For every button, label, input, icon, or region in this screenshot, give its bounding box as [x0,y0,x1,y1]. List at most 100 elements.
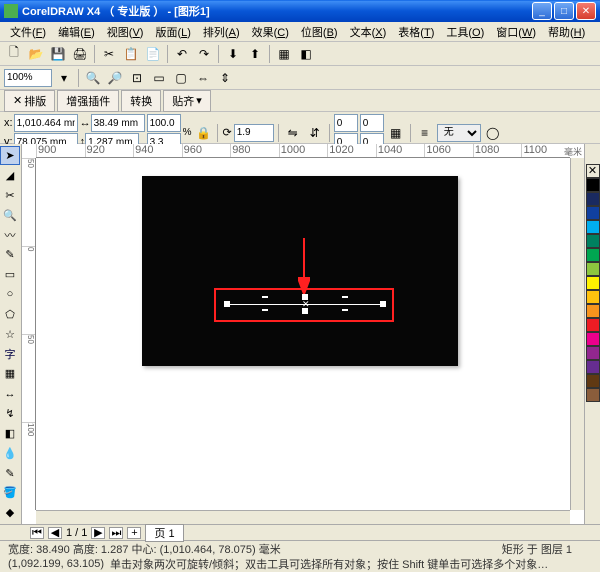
color-swatch[interactable] [586,220,600,234]
lock-ratio-icon[interactable]: 🔒 [193,123,213,143]
redo-icon[interactable]: ↷ [194,44,214,64]
color-swatch[interactable] [586,262,600,276]
selection-handle[interactable] [262,309,268,311]
open-icon[interactable]: 📂 [26,44,46,64]
eyedropper-tool-icon[interactable]: 💧 [0,444,20,463]
undo-icon[interactable]: ↶ [172,44,192,64]
fill-tool-icon[interactable]: 🪣 [0,483,20,502]
tab-plugins[interactable]: 增强插件 [57,90,119,112]
x-input[interactable] [14,114,78,132]
selection-handle[interactable] [224,301,230,307]
maximize-button[interactable]: □ [554,2,574,20]
dimension-tool-icon[interactable]: ↔ [0,384,20,403]
color-swatch[interactable] [586,346,600,360]
menu-tools[interactable]: 工具(O) [440,22,490,42]
menu-window[interactable]: 窗口(W) [490,22,542,42]
menu-table[interactable]: 表格(T) [392,22,440,42]
mirror-h-icon[interactable]: ⇋ [283,123,303,143]
smart-tool-icon[interactable]: ✎ [0,245,20,264]
import-icon[interactable]: ⬇ [223,44,243,64]
selection-handle[interactable] [342,309,348,311]
color-swatch[interactable] [586,276,600,290]
color-swatch[interactable] [586,374,600,388]
zoom-page-icon[interactable]: ▢ [171,68,191,88]
connector-tool-icon[interactable]: ↯ [0,404,20,423]
no-color-swatch[interactable]: ✕ [586,164,600,178]
zoom-selection-icon[interactable]: ⊡ [127,68,147,88]
rotation-input[interactable] [234,124,274,142]
interactive-tool-icon[interactable]: ◧ [0,424,20,443]
horizontal-scrollbar[interactable] [36,510,570,524]
welcome-icon[interactable]: ◧ [296,44,316,64]
page-tab[interactable]: 页 1 [145,524,183,542]
interactive-fill-tool-icon[interactable]: ◆ [0,503,20,522]
canvas-area[interactable]: 900920940960980100010201040106010801100 … [22,144,584,524]
new-icon[interactable]: 🗋 [4,44,24,64]
menu-help[interactable]: 帮助(H) [542,22,591,42]
app-launcher-icon[interactable]: ▦ [274,44,294,64]
menu-bitmap[interactable]: 位图(B) [295,22,344,42]
add-page-button[interactable]: + [127,527,141,539]
color-swatch[interactable] [586,360,600,374]
shape-tool-icon[interactable]: ◢ [0,166,20,185]
ellipse-tool-icon[interactable]: ○ [0,285,20,304]
color-swatch[interactable] [586,332,600,346]
zoom-all-icon[interactable]: ▭ [149,68,169,88]
zoom-input[interactable] [4,69,52,87]
pick-tool-icon[interactable]: ➤ [0,146,20,165]
cut-icon[interactable]: ✂ [99,44,119,64]
freehand-tool-icon[interactable]: 〰 [0,225,20,244]
rectangle-tool-icon[interactable]: ▭ [0,265,20,284]
first-page-button[interactable]: ⏮ [30,527,44,539]
vertical-scrollbar[interactable] [570,158,584,510]
menu-edit[interactable]: 编辑(E) [52,22,101,42]
color-swatch[interactable] [586,192,600,206]
menu-text[interactable]: 文本(X) [344,22,393,42]
zoom-dropdown-icon[interactable]: ▾ [54,68,74,88]
menu-file[interactable]: 文件(F) [4,22,52,42]
tab-transform[interactable]: 转换 [121,90,161,112]
selection-handle[interactable] [342,296,348,298]
round-lock-icon[interactable]: ▦ [386,123,406,143]
color-swatch[interactable] [586,234,600,248]
polygon-tool-icon[interactable]: ⬠ [0,305,20,324]
paste-icon[interactable]: 📄 [143,44,163,64]
artboard[interactable]: ✕ [142,176,458,366]
menu-layout[interactable]: 版面(L) [149,22,196,42]
tab-snap[interactable]: 贴齐 ▾ [163,90,211,112]
prev-page-button[interactable]: ◀ [48,527,62,539]
color-swatch[interactable] [586,248,600,262]
zoom-height-icon[interactable]: ⇕ [215,68,235,88]
selection-handle[interactable] [262,296,268,298]
selection-handle[interactable] [380,301,386,307]
menu-effects[interactable]: 效果(C) [246,22,295,42]
wrap-text-icon[interactable]: ≡ [415,123,435,143]
save-icon[interactable]: 💾 [48,44,68,64]
basic-shapes-tool-icon[interactable]: ☆ [0,325,20,344]
to-curve-icon[interactable]: ◯ [483,123,503,143]
print-icon[interactable]: 🖨 [70,44,90,64]
zoom-width-icon[interactable]: ⇔ [193,68,213,88]
outline-select[interactable]: 无 [437,124,481,142]
color-swatch[interactable] [586,178,600,192]
zoom-tool-icon[interactable]: 🔍 [0,206,20,225]
mirror-v-icon[interactable]: ⇵ [305,123,325,143]
color-swatch[interactable] [586,206,600,220]
corner1-input[interactable] [334,114,358,132]
crop-tool-icon[interactable]: ✂ [0,186,20,205]
menu-view[interactable]: 视图(V) [101,22,150,42]
minimize-button[interactable]: _ [532,2,552,20]
export-icon[interactable]: ⬆ [245,44,265,64]
tab-layout[interactable]: ✕排版 [4,90,55,112]
close-button[interactable]: ✕ [576,2,596,20]
zoom-out-icon[interactable]: 🔎 [105,68,125,88]
zoom-in-icon[interactable]: 🔍 [83,68,103,88]
outline-tool-icon[interactable]: ✎ [0,464,20,483]
color-swatch[interactable] [586,304,600,318]
color-swatch[interactable] [586,388,600,402]
text-tool-icon[interactable]: 字 [0,345,20,364]
menu-arrange[interactable]: 排列(A) [197,22,246,42]
color-swatch[interactable] [586,290,600,304]
drawing-canvas[interactable]: ✕ [36,158,570,510]
last-page-button[interactable]: ⏭ [109,527,123,539]
